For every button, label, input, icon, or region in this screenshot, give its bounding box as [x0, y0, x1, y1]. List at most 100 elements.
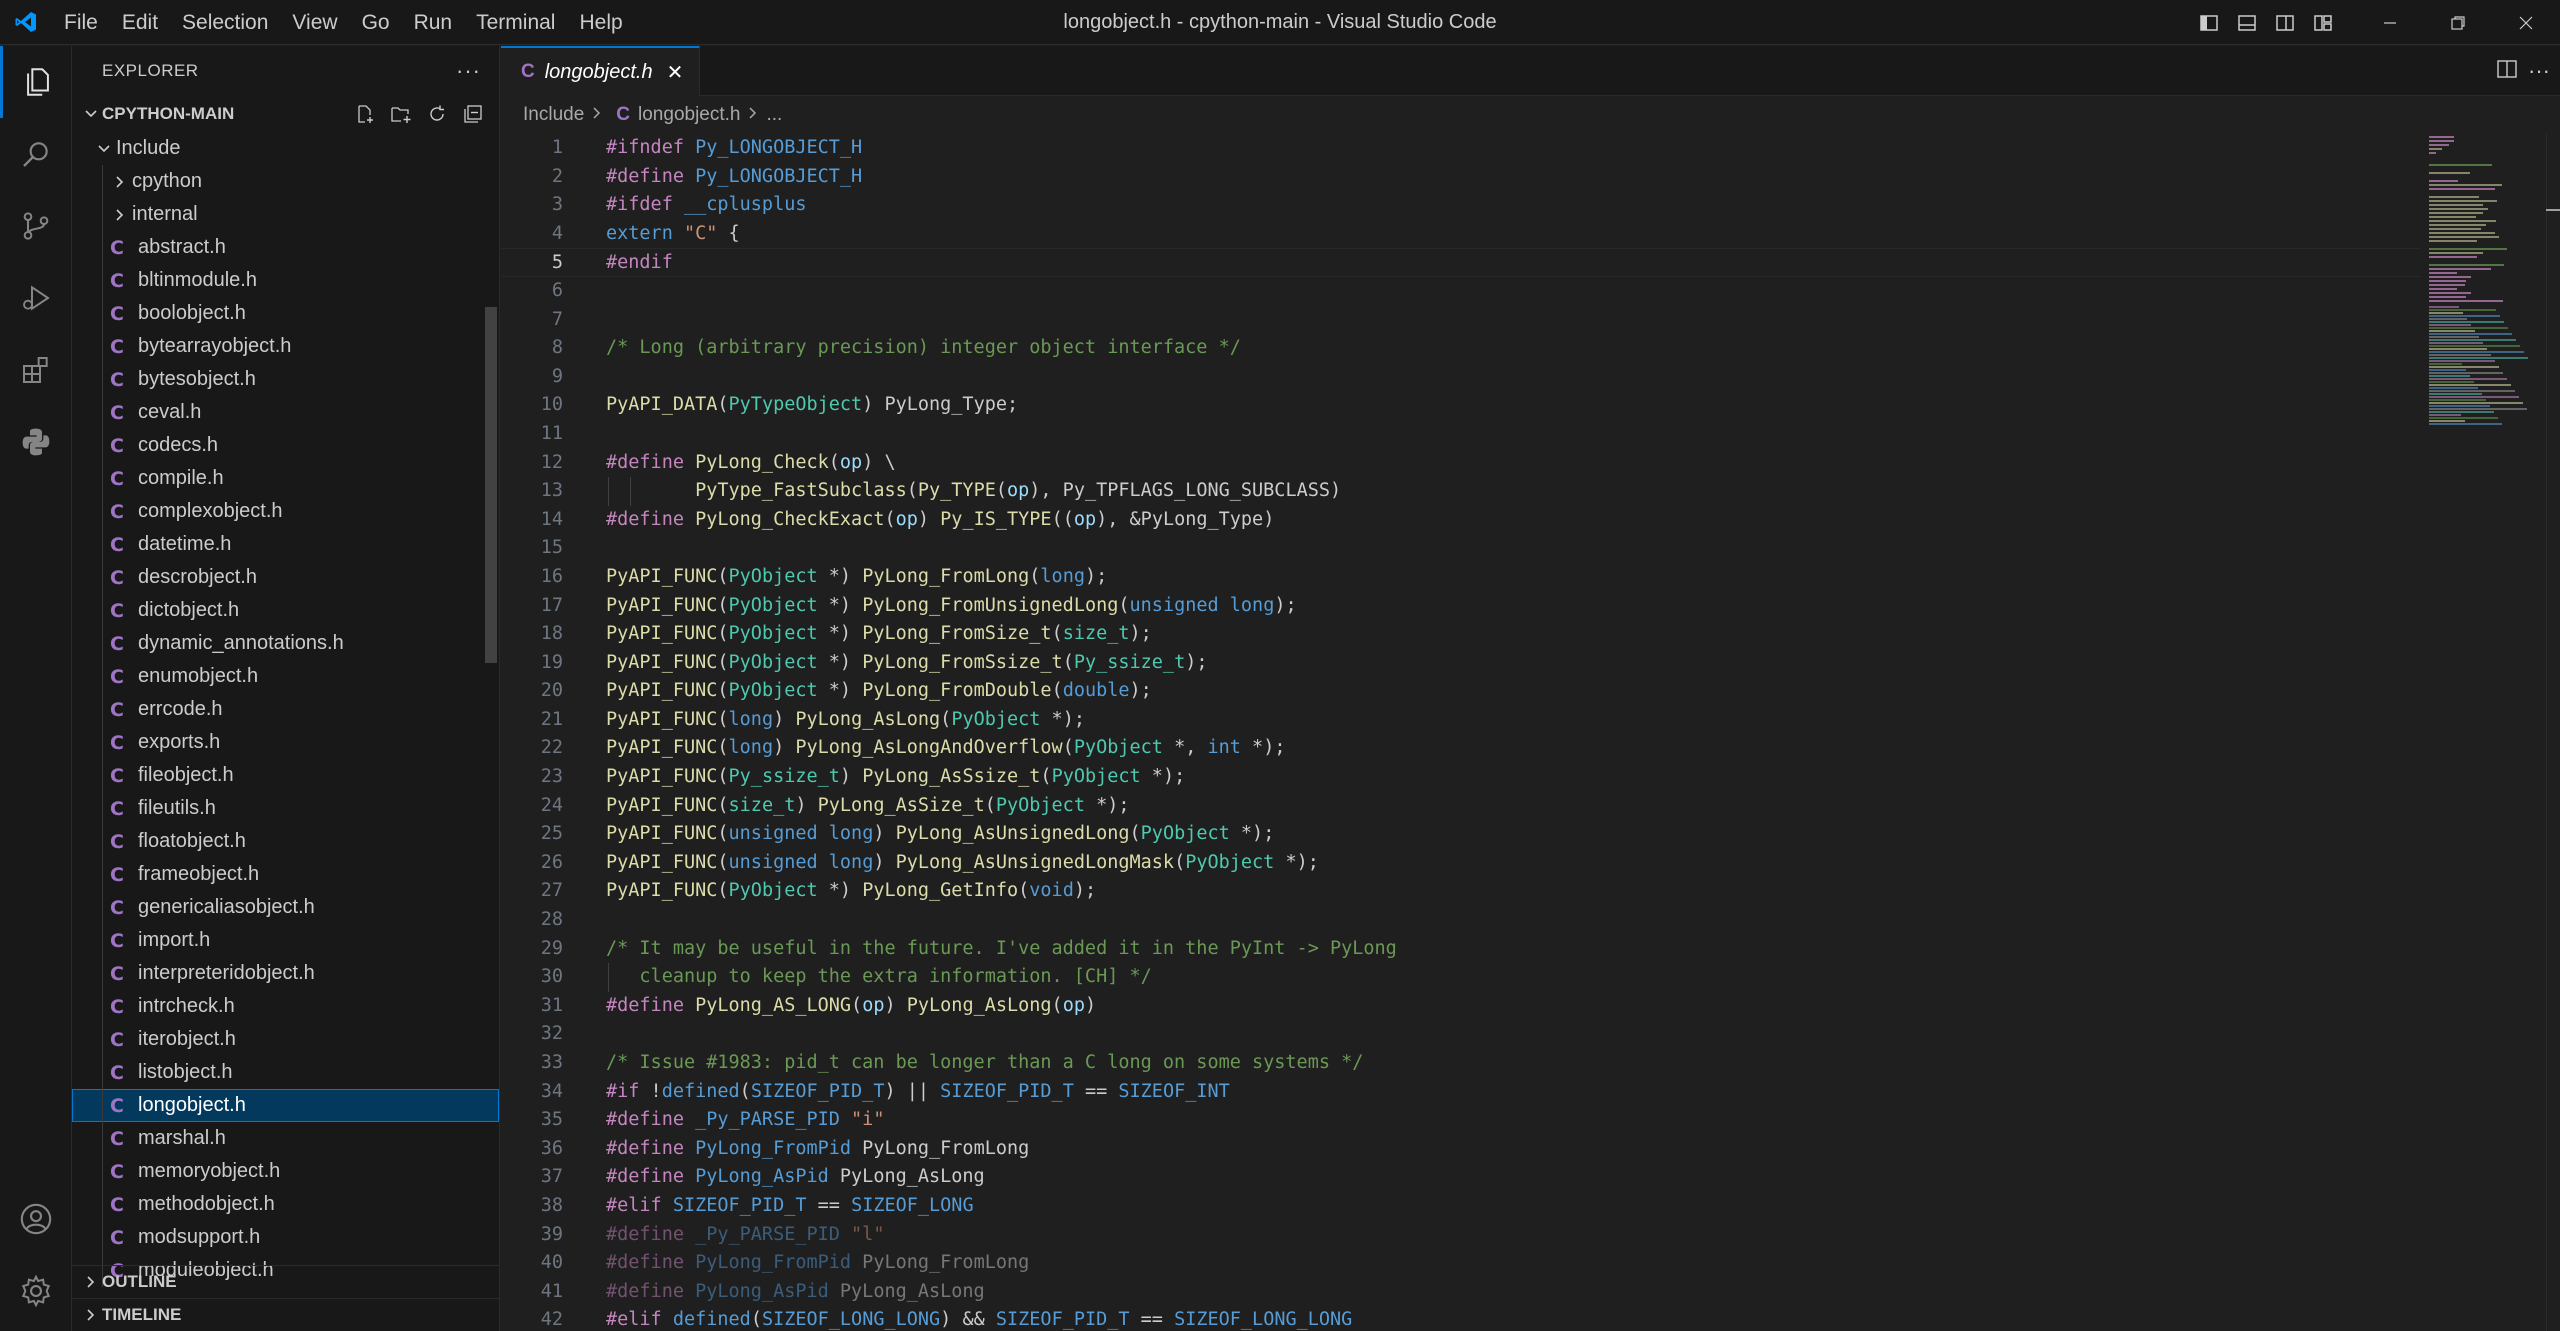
file-item[interactable]: Clongobject.h [72, 1089, 499, 1122]
file-item[interactable]: Cdictobject.h [72, 594, 499, 627]
minimize-icon[interactable] [2356, 0, 2424, 45]
tab-label: longobject.h [544, 60, 653, 83]
code-line: 39 #define _Py_PARSE_PID "l" [501, 1221, 2421, 1250]
file-item[interactable]: Cgenericaliasobject.h [72, 891, 499, 924]
workspace-section-header[interactable]: CPYTHON-MAIN [72, 96, 499, 132]
menu-edit[interactable]: Edit [110, 0, 170, 45]
file-item[interactable]: Cexports.h [72, 726, 499, 759]
menu-view[interactable]: View [280, 0, 349, 45]
c-file-icon: C [110, 797, 124, 820]
close-tab-icon[interactable]: ✕ [667, 60, 684, 85]
line-text: #ifdef __cplusplus [606, 194, 807, 216]
toggle-panel-icon[interactable] [2228, 0, 2266, 45]
file-item[interactable]: Citerobject.h [72, 1023, 499, 1056]
new-folder-icon[interactable] [385, 98, 417, 130]
file-item[interactable]: Cbytesobject.h [72, 363, 499, 396]
source-control-icon[interactable] [0, 190, 72, 262]
file-item[interactable]: Ccodecs.h [72, 429, 499, 462]
search-icon[interactable] [0, 118, 72, 190]
breadcrumb-file[interactable]: longobject.h [638, 104, 740, 126]
line-number: 25 [540, 823, 563, 845]
file-item[interactable]: Cenumobject.h [72, 660, 499, 693]
code-line: 22 PyAPI_FUNC(long) PyLong_AsLongAndOverf… [501, 734, 2421, 763]
menu-selection[interactable]: Selection [170, 0, 280, 45]
toggle-primary-sidebar-icon[interactable] [2190, 0, 2228, 45]
collapse-all-icon[interactable] [457, 98, 489, 130]
minimap[interactable] [2421, 134, 2546, 1331]
file-tree: Include cpython internal Cabstract.h Cblti… [72, 132, 499, 1312]
folder-include[interactable]: Include [72, 132, 499, 165]
minimap-line [2429, 224, 2487, 226]
minimap-line [2429, 321, 2504, 323]
file-item[interactable]: Ccompile.h [72, 462, 499, 495]
file-item[interactable]: Ccomplexobject.h [72, 495, 499, 528]
code-editor[interactable]: 1 #ifndef Py_LONGOBJECT_H 2 #define Py_LONG… [501, 134, 2421, 1331]
file-item[interactable]: Cabstract.h [72, 231, 499, 264]
extensions-icon[interactable] [0, 334, 72, 406]
customize-layout-icon[interactable] [2304, 0, 2342, 45]
refresh-icon[interactable] [421, 98, 453, 130]
breadcrumb-folder[interactable]: Include [523, 104, 584, 126]
minimap-line [2429, 324, 2471, 326]
file-label: bytesobject.h [138, 368, 256, 390]
file-item[interactable]: Cbltinmodule.h [72, 264, 499, 297]
file-item[interactable]: Cinterpreteridobject.h [72, 957, 499, 990]
file-item[interactable]: Cfileutils.h [72, 792, 499, 825]
close-window-icon[interactable] [2492, 0, 2560, 45]
c-file-icon: C [110, 533, 124, 556]
menu-go[interactable]: Go [350, 0, 402, 45]
line-text: #elif SIZEOF_PID_T == SIZEOF_LONG [606, 1194, 974, 1216]
timeline-section-header[interactable]: TIMELINE [72, 1298, 499, 1331]
file-item[interactable]: Cfileobject.h [72, 759, 499, 792]
file-item[interactable]: Cboolobject.h [72, 297, 499, 330]
line-number: 1 [551, 137, 563, 158]
folder-cpython[interactable]: cpython [72, 165, 499, 198]
file-item[interactable]: Cintrcheck.h [72, 990, 499, 1023]
file-item[interactable]: Cmethodobject.h [72, 1188, 499, 1221]
timeline-label: TIMELINE [102, 1305, 182, 1324]
file-item[interactable]: Cmodsupport.h [72, 1221, 499, 1254]
menu-file[interactable]: File [52, 0, 110, 45]
editor-scrollbar[interactable] [2546, 134, 2560, 1331]
breadcrumb-symbol[interactable]: ... [766, 104, 782, 126]
manage-gear-icon[interactable] [0, 1255, 72, 1327]
run-debug-icon[interactable] [0, 262, 72, 334]
more-actions-icon[interactable]: ··· [456, 58, 481, 84]
tab-longobject[interactable]: C longobject.h ✕ [501, 46, 701, 96]
file-item[interactable]: Cdescrobject.h [72, 561, 499, 594]
minimap-line [2429, 399, 2486, 401]
file-label: listobject.h [138, 1061, 233, 1083]
line-number: 12 [540, 451, 563, 473]
folder-internal[interactable]: internal [72, 198, 499, 231]
title-bar: File Edit Selection View Go Run Terminal Help l… [0, 0, 2560, 45]
vscode-logo-icon [0, 0, 52, 45]
minimap-line [2429, 390, 2515, 392]
split-editor-icon[interactable] [2496, 59, 2518, 84]
code-line: 34 #if !defined(SIZEOF_PID_T) || SIZEOF_P… [501, 1078, 2421, 1107]
file-item[interactable]: Cdatetime.h [72, 528, 499, 561]
outline-section-header[interactable]: OUTLINE [72, 1265, 499, 1298]
sidebar-scrollbar[interactable] [485, 307, 497, 663]
file-item[interactable]: Cmarshal.h [72, 1122, 499, 1155]
file-item[interactable]: Cbytearrayobject.h [72, 330, 499, 363]
file-item[interactable]: Cerrcode.h [72, 693, 499, 726]
file-item[interactable]: Cfloatobject.h [72, 825, 499, 858]
menu-run[interactable]: Run [402, 0, 465, 45]
toggle-secondary-sidebar-icon[interactable] [2266, 0, 2304, 45]
file-item[interactable]: Cframeobject.h [72, 858, 499, 891]
c-file-icon: C [110, 500, 124, 523]
menu-help[interactable]: Help [567, 0, 634, 45]
restore-icon[interactable] [2424, 0, 2492, 45]
accounts-icon[interactable] [0, 1183, 72, 1255]
file-item[interactable]: Clistobject.h [72, 1056, 499, 1089]
new-file-icon[interactable] [349, 98, 381, 130]
file-item[interactable]: Cdynamic_annotations.h [72, 627, 499, 660]
file-item[interactable]: Cmemoryobject.h [72, 1155, 499, 1188]
more-actions-icon[interactable]: ··· [2528, 58, 2550, 84]
menu-terminal[interactable]: Terminal [464, 0, 567, 45]
minimap-line [2429, 296, 2467, 298]
python-icon[interactable] [0, 406, 72, 478]
file-item[interactable]: Cceval.h [72, 396, 499, 429]
explorer-icon[interactable] [0, 46, 72, 118]
file-item[interactable]: Cimport.h [72, 924, 499, 957]
